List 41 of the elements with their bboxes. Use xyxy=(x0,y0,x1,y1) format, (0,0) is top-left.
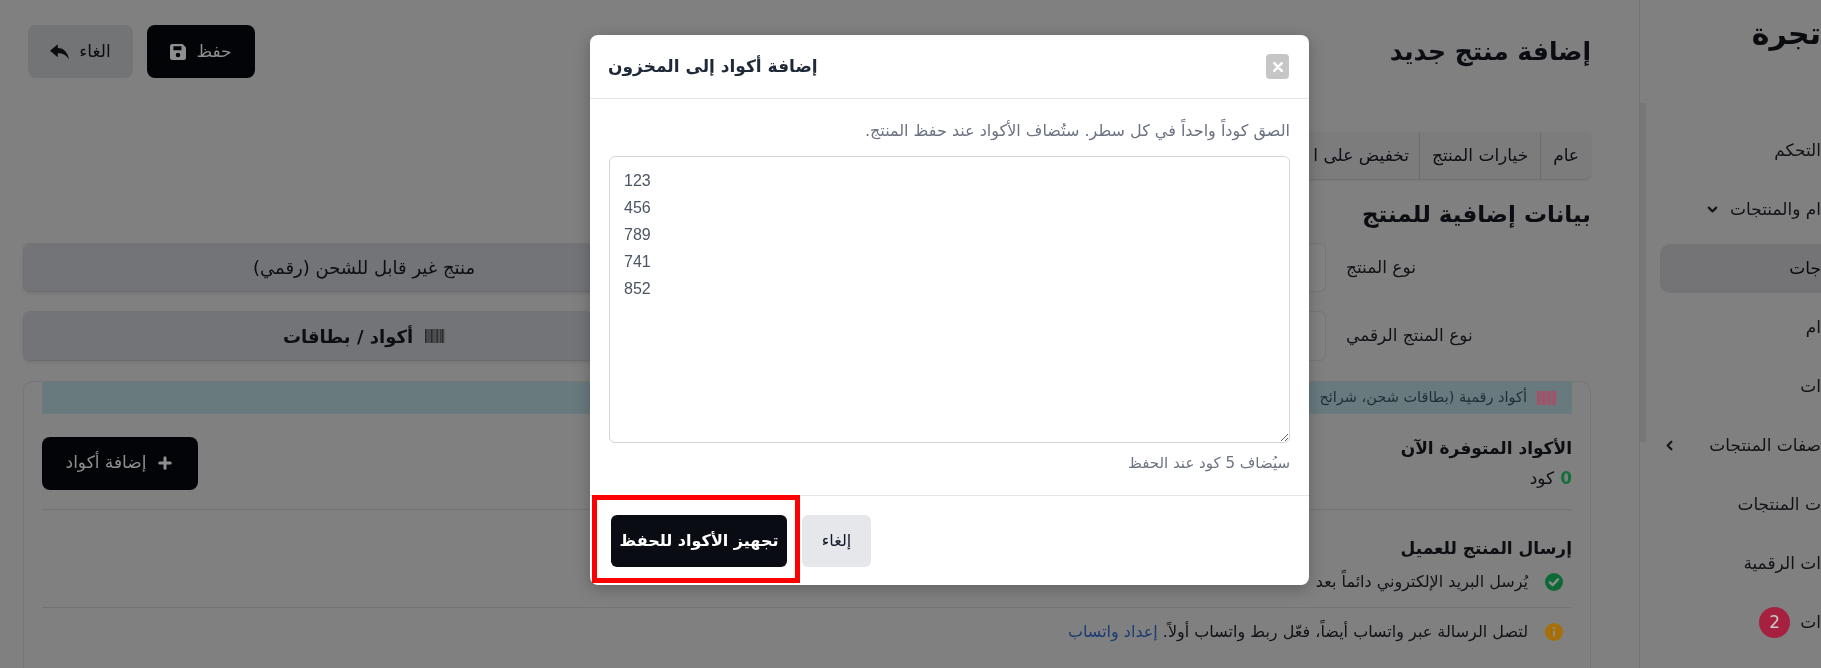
cancel-button[interactable]: الغاء xyxy=(28,25,133,78)
page-title: إضافة منتج جديد xyxy=(1389,35,1591,69)
field-label: نوع المنتج الرقمي xyxy=(1346,324,1473,348)
delivery-note: يُرسل البريد الإلكتروني دائماً بعد xyxy=(1315,570,1528,594)
prepare-codes-button[interactable]: تجهيز الأكواد للحفظ xyxy=(611,515,787,567)
cancel-button[interactable]: إلغاء xyxy=(802,515,871,567)
sidebar-item[interactable]: ام xyxy=(1660,303,1821,352)
sidebar-item[interactable]: صفات المنتجات xyxy=(1660,421,1821,470)
sidebar-item[interactable]: التحكم xyxy=(1660,126,1821,175)
reply-arrow-icon xyxy=(50,43,70,60)
section-title: بيانات إضافية للمنتج xyxy=(1362,200,1591,230)
sidebar-item[interactable]: ات الرقمية xyxy=(1660,539,1821,588)
tab[interactable]: خيارات المنتج xyxy=(1419,132,1541,179)
available-codes-title: الأكواد المتوفرة الآن xyxy=(1400,437,1572,460)
notice-text: أكواد رقمية (بطاقات شحن، شرائح xyxy=(1319,387,1527,408)
barcode-icon xyxy=(1537,391,1557,405)
field-label: نوع المنتج xyxy=(1346,255,1417,280)
sidebar-item[interactable]: ت المنتجات xyxy=(1660,480,1821,529)
plus-icon xyxy=(156,454,175,472)
modal-title: إضافة أكواد إلى المخزون xyxy=(608,54,818,79)
sidebar-item[interactable]: جات xyxy=(1660,244,1821,293)
codes-hint: سيُضاف 5 كود عند الحفظ xyxy=(1127,453,1290,474)
count-badge: 2 xyxy=(1759,607,1791,638)
add-codes-button[interactable]: إضافة أكواد xyxy=(42,436,198,490)
delivery-title: إرسال المنتج للعميل xyxy=(1400,537,1572,560)
info-circle-icon xyxy=(1545,623,1563,641)
close-icon xyxy=(1272,61,1283,72)
save-button[interactable]: حفظ xyxy=(147,25,255,78)
store-name: تجرة xyxy=(1751,15,1821,53)
codes-textarea[interactable]: 123 456 789 741 852 xyxy=(609,156,1290,443)
sidebar-item[interactable]: ات xyxy=(1660,362,1821,411)
whatsapp-setup-link[interactable]: إعداد واتساب xyxy=(1067,620,1158,644)
close-button[interactable] xyxy=(1266,54,1289,79)
tab[interactable]: عام xyxy=(1540,132,1591,179)
code-count: 0 xyxy=(1560,467,1572,490)
delivery-note: لتصل الرسالة عبر واتساب أيضاً، فعّل ربط واتساب أولاً. xyxy=(1162,620,1528,644)
count-unit: كود xyxy=(1529,467,1555,490)
check-circle-icon xyxy=(1545,573,1563,591)
sidebar-item[interactable]: ام والمنتجات xyxy=(1660,185,1821,234)
modal-description: الصق كوداً واحداً في كل سطر. ستُضاف الأكواد عند حفظ المنتج. xyxy=(864,119,1290,143)
barcode-icon xyxy=(425,329,446,343)
